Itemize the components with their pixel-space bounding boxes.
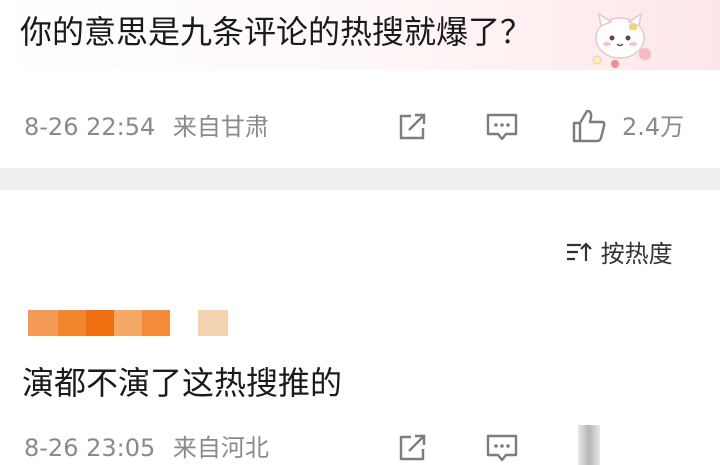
comment-location: 来自甘肃 — [172, 113, 269, 141]
reply-text: 演都不演了这热搜推的 — [22, 364, 343, 402]
sort-by-heat-button[interactable]: 按热度 — [565, 240, 673, 268]
reply-date: 8-26 23:05 — [24, 434, 156, 462]
comment-button[interactable] — [484, 110, 520, 144]
section-divider — [0, 168, 720, 190]
share-icon — [399, 113, 426, 140]
reply-location: 来自河北 — [172, 434, 269, 462]
share-icon — [399, 434, 426, 461]
share-button[interactable] — [395, 110, 429, 144]
blurred-like-area — [578, 425, 600, 465]
top-comment-text: 你的意思是九条评论的热搜就爆了？ — [20, 13, 533, 51]
like-button[interactable] — [570, 107, 608, 145]
comment-icon — [486, 113, 518, 141]
sort-icon — [565, 240, 593, 268]
username-blurred[interactable] — [28, 310, 228, 338]
cat-sticker-icon — [585, 8, 655, 70]
comment-date: 8-26 22:54 — [24, 113, 156, 141]
like-count: 2.4万 — [622, 113, 685, 141]
reply-share-button[interactable] — [395, 431, 429, 465]
sort-label: 按热度 — [600, 240, 673, 268]
comment-icon — [486, 434, 518, 462]
like-icon — [572, 109, 606, 143]
reply-comment-button[interactable] — [484, 431, 520, 465]
